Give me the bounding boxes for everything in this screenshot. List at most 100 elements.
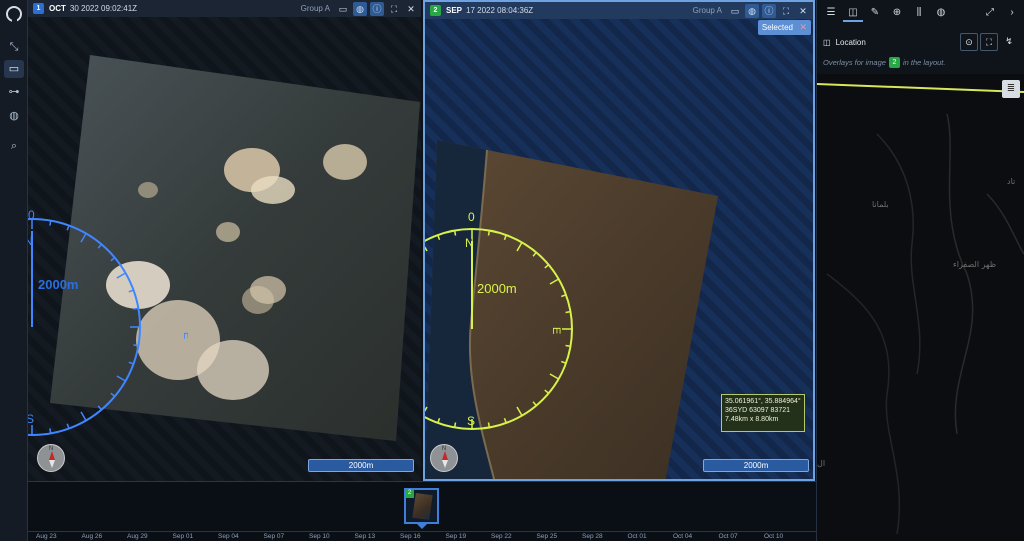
fit-icon[interactable]: ⛶ bbox=[387, 2, 401, 16]
search-icon[interactable]: ⌕ bbox=[4, 137, 24, 155]
compass-tick bbox=[425, 246, 428, 252]
image-pane-1[interactable]: 0 N E S 2000m N 2000m 1 OCT 30 2022 09:0… bbox=[28, 0, 421, 481]
compass-tick bbox=[110, 257, 116, 262]
coord-extent: 7.48km x 8.80km bbox=[725, 416, 779, 423]
compass-tick bbox=[437, 234, 441, 240]
compass-zero-label: 0 bbox=[468, 210, 475, 224]
toggle-icon[interactable]: ▭ bbox=[728, 4, 742, 18]
location-map[interactable]: بلمانا ظهر الصفراء تاد ال ≣ bbox=[817, 74, 1024, 541]
compass-overlay-2: 0 N E S 2000m bbox=[425, 210, 573, 430]
location-row: ◫ Location ⊙ ⛶ ↯ bbox=[817, 32, 1024, 52]
coord-latlon: 35.061961°, 35.884964° bbox=[725, 398, 801, 405]
compass-zero-label: 0 bbox=[28, 208, 35, 222]
compass-tick bbox=[133, 307, 139, 310]
timeline-caret-icon bbox=[417, 524, 427, 529]
timeline-tick-label: Sep 13 bbox=[354, 533, 376, 540]
logo-icon[interactable] bbox=[6, 6, 22, 22]
image-pane-2[interactable]: 0 N E S 2000m 35.061961°, 35.884964° 36S… bbox=[423, 0, 815, 481]
compass-tick bbox=[453, 422, 457, 428]
app-root: ⤡ ▭ ⊶ ◍ ⌕ 0 N S 2000m N 2000m 1 OCT 30 2… bbox=[0, 0, 1024, 541]
pane-datetime: 17 2022 08:04:36Z bbox=[466, 6, 534, 15]
thumbnail-image bbox=[412, 492, 433, 521]
map-label: تاد bbox=[1007, 177, 1016, 186]
close-icon[interactable]: ✕ bbox=[404, 2, 418, 16]
compass-south-label: S bbox=[28, 412, 34, 426]
target-icon[interactable]: ⊙ bbox=[960, 33, 978, 51]
compass-tick bbox=[532, 251, 537, 257]
map-label: ال bbox=[817, 459, 826, 468]
map-roads bbox=[817, 83, 1024, 535]
timeline-tick-label: Sep 16 bbox=[400, 533, 421, 540]
timeline[interactable]: 2 Aug 23 Aug 26 Aug 29 Sep 01 Sep 04 Sep 07 Se… bbox=[28, 481, 816, 541]
fit-icon[interactable]: ⛶ bbox=[779, 4, 793, 18]
close-icon[interactable]: ✕ bbox=[799, 20, 807, 35]
compass-tick bbox=[66, 423, 70, 429]
globe-icon[interactable]: ◍ bbox=[931, 4, 951, 22]
expand-icon[interactable]: ⤢ bbox=[980, 4, 1000, 22]
pane-group-label[interactable]: Group A bbox=[301, 4, 330, 13]
close-icon[interactable]: ✕ bbox=[796, 4, 810, 18]
timeline-tick-label: Sep 10 bbox=[309, 533, 330, 540]
compass-tick bbox=[80, 411, 87, 421]
sliders-icon[interactable]: ⫼ bbox=[909, 4, 929, 22]
right-panel: ☰ ◫ ✎ ⊕ ⫼ ◍ ⤢ › ◫ Location ⊙ ⛶ ↯ Overlay… bbox=[816, 0, 1024, 541]
timeline-tick-label: Aug 23 bbox=[36, 533, 57, 540]
compass-tick bbox=[453, 230, 457, 236]
info-icon[interactable]: ⓘ bbox=[370, 1, 384, 16]
coordinate-readout: 35.061961°, 35.884964° 36SYD 63097 83721… bbox=[721, 394, 805, 432]
compass-tick bbox=[97, 405, 102, 411]
overlay-image-badge: 2 bbox=[888, 57, 900, 68]
map-icon[interactable]: ◫ bbox=[843, 4, 863, 22]
image-icon[interactable]: ▭ bbox=[4, 60, 24, 78]
compass-ring bbox=[425, 228, 573, 430]
pane-month: OCT bbox=[49, 4, 66, 13]
list-icon[interactable]: ☰ bbox=[821, 4, 841, 22]
north-indicator[interactable]: N bbox=[37, 444, 65, 472]
compass-distance-label: 2000m bbox=[38, 277, 78, 292]
compass-tick bbox=[49, 220, 52, 226]
selected-tag[interactable]: Selected ✕ bbox=[757, 20, 811, 35]
compass-tick bbox=[544, 389, 550, 394]
map-icon: ◫ bbox=[823, 37, 831, 47]
timeline-thumbnail[interactable]: 2 bbox=[404, 488, 439, 524]
compass-tick bbox=[437, 418, 441, 424]
north-indicator[interactable]: N bbox=[430, 444, 458, 472]
timeline-tick-label: Sep 07 bbox=[263, 533, 285, 540]
toggle-icon[interactable]: ▭ bbox=[336, 2, 350, 16]
globe-icon[interactable]: ◍ bbox=[4, 107, 24, 125]
timeline-tick-label: Oct 10 bbox=[764, 533, 784, 540]
compass-tick bbox=[110, 392, 116, 397]
info-icon[interactable]: ⓘ bbox=[762, 3, 776, 18]
compare-icon[interactable]: ⊶ bbox=[4, 83, 24, 101]
compass-tick bbox=[128, 289, 134, 293]
timeline-tick-label: Oct 01 bbox=[627, 533, 647, 540]
left-rail: ⤡ ▭ ⊶ ◍ ⌕ bbox=[0, 0, 28, 541]
compass-tick bbox=[66, 225, 70, 231]
pane-month: SEP bbox=[446, 6, 463, 15]
thumbnail-badge: 2 bbox=[405, 489, 414, 498]
collapse-icon[interactable]: › bbox=[1002, 4, 1022, 22]
pane-group-label[interactable]: Group A bbox=[693, 6, 722, 15]
compass-tick bbox=[565, 310, 571, 314]
globe-icon[interactable]: ◍ bbox=[353, 1, 367, 16]
pen-icon[interactable]: ✎ bbox=[865, 4, 885, 22]
layers-icon[interactable]: ≣ bbox=[1002, 80, 1020, 98]
compass-tick bbox=[516, 242, 523, 252]
globe-icon[interactable]: ◍ bbox=[745, 3, 759, 18]
timeline-tick-label: Oct 07 bbox=[718, 533, 738, 540]
tools-icon[interactable]: ⤡ bbox=[4, 38, 24, 56]
plus-icon[interactable]: ⊕ bbox=[887, 4, 907, 22]
compass-south-label: S bbox=[467, 414, 475, 428]
compass-tick bbox=[532, 401, 537, 407]
compass-tick bbox=[561, 360, 567, 364]
compass-tick bbox=[116, 272, 126, 279]
sync-icon[interactable]: ↯ bbox=[1000, 33, 1018, 51]
frame-icon[interactable]: ⛶ bbox=[980, 33, 998, 51]
compass-tick bbox=[80, 233, 87, 243]
compass-tick bbox=[561, 294, 567, 298]
timeline-tick-label: Sep 01 bbox=[172, 533, 194, 540]
compass-tick bbox=[116, 375, 126, 382]
pane-datetime: 30 2022 09:02:41Z bbox=[69, 4, 138, 13]
timeline-tick-label: Aug 29 bbox=[127, 533, 148, 540]
compass-overlay-1: 0 N E S 2000m bbox=[28, 208, 188, 436]
